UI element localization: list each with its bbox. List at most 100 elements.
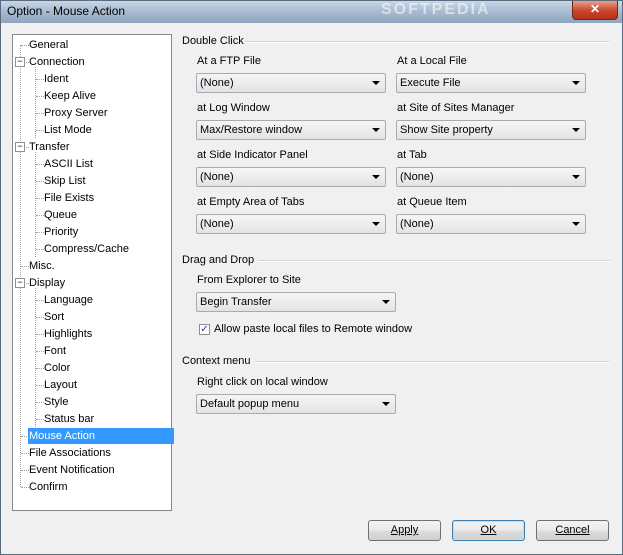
- double-click-field-label: at Log Window: [197, 102, 270, 114]
- tree-item-label: Highlights: [44, 328, 93, 340]
- double-click-field-select[interactable]: (None): [396, 214, 586, 234]
- selected-value: (None): [200, 77, 234, 89]
- section-divider: [258, 260, 610, 262]
- tree-item[interactable]: ASCII List: [43, 156, 96, 172]
- double-click-field-select[interactable]: (None): [196, 73, 386, 93]
- tree-item[interactable]: Mouse Action: [28, 428, 174, 444]
- options-tree[interactable]: − − − General Connection Ident Keep Alive Prox…: [12, 34, 174, 511]
- explorer-to-site-select[interactable]: Begin Transfer: [196, 292, 396, 312]
- tree-branch-line: [35, 152, 36, 257]
- allow-paste-label: Allow paste local files to Remote window: [214, 323, 413, 335]
- tree-item-label: Sort: [44, 311, 65, 323]
- tree-item[interactable]: Sort: [43, 309, 67, 325]
- double-click-field-select[interactable]: Show Site property: [396, 120, 586, 140]
- chevron-down-icon: [572, 222, 580, 226]
- tree-item[interactable]: Color: [43, 360, 73, 376]
- close-button[interactable]: ✕: [572, 1, 618, 20]
- section-divider: [245, 41, 610, 43]
- collapse-icon[interactable]: −: [15, 57, 25, 67]
- tree-item-label: Status bar: [44, 413, 95, 425]
- double-click-field-select[interactable]: Execute File: [396, 73, 586, 93]
- tree-item[interactable]: Compress/Cache: [43, 241, 132, 257]
- tree-item[interactable]: Style: [43, 394, 71, 410]
- tree-item[interactable]: Misc.: [28, 258, 58, 274]
- tree-item[interactable]: Status bar: [43, 411, 97, 427]
- tree-item-label: Keep Alive: [44, 90, 96, 102]
- title-bar[interactable]: Option - Mouse Action SOFTPEDIA ✕: [1, 1, 622, 23]
- double-click-field-label: At a FTP File: [197, 55, 261, 67]
- chevron-down-icon: [572, 128, 580, 132]
- collapse-icon[interactable]: −: [15, 142, 25, 152]
- tree-item[interactable]: Event Notification: [28, 462, 118, 478]
- tree-item[interactable]: Keep Alive: [43, 88, 99, 104]
- ok-button-label: OK: [480, 524, 497, 536]
- double-click-field-label: At a Local File: [397, 55, 467, 67]
- tree-item-label: Misc.: [29, 260, 55, 272]
- tree-item-label: File Exists: [44, 192, 95, 204]
- tree-item[interactable]: File Associations: [28, 445, 114, 461]
- tree-item-label: List Mode: [44, 124, 92, 136]
- apply-button[interactable]: Apply: [368, 520, 441, 541]
- tree-item-label: General: [29, 39, 69, 51]
- tree-item[interactable]: Confirm: [28, 479, 71, 495]
- tree-item-label: Language: [44, 294, 93, 306]
- tree-item-label: Transfer: [29, 141, 70, 153]
- chevron-down-icon: [372, 222, 380, 226]
- tree-item[interactable]: Ident: [43, 71, 71, 87]
- tree-item[interactable]: Skip List: [43, 173, 89, 189]
- tree-item-label: Confirm: [29, 481, 68, 493]
- tree-item-label: Font: [44, 345, 67, 357]
- tree-item-label: Mouse Action: [29, 430, 96, 442]
- double-click-field-select[interactable]: (None): [396, 167, 586, 187]
- double-click-field-label: at Empty Area of Tabs: [197, 196, 305, 208]
- tree-item[interactable]: General: [28, 37, 71, 53]
- chevron-down-icon: [372, 81, 380, 85]
- tree-item[interactable]: Layout: [43, 377, 80, 393]
- double-click-field-select[interactable]: (None): [196, 167, 386, 187]
- tree-item[interactable]: Connection: [28, 54, 88, 70]
- section-divider: [255, 361, 610, 363]
- tree-item[interactable]: List Mode: [43, 122, 95, 138]
- right-click-local-select[interactable]: Default popup menu: [196, 394, 396, 414]
- drag-drop-heading: Drag and Drop: [182, 254, 255, 266]
- cancel-button[interactable]: Cancel: [536, 520, 609, 541]
- tree-item-label: Proxy Server: [44, 107, 108, 119]
- tree-item[interactable]: Font: [43, 343, 69, 359]
- tree-item-label: Ident: [44, 73, 69, 85]
- tree-branch-line: [35, 288, 36, 427]
- collapse-icon[interactable]: −: [15, 278, 25, 288]
- double-click-field-label: at Site of Sites Manager: [397, 102, 515, 114]
- tree-item[interactable]: Language: [43, 292, 96, 308]
- tree-item-label: Color: [44, 362, 71, 374]
- tree-item[interactable]: Transfer: [28, 139, 73, 155]
- explorer-to-site-label: From Explorer to Site: [197, 274, 301, 286]
- tree-item-label: Event Notification: [29, 464, 115, 476]
- double-click-field-select[interactable]: Max/Restore window: [196, 120, 386, 140]
- cancel-button-label: Cancel: [555, 524, 590, 536]
- selected-value: (None): [400, 171, 434, 183]
- context-menu-heading: Context menu: [182, 355, 251, 367]
- options-window: Option - Mouse Action SOFTPEDIA ✕ − − − Ge…: [0, 0, 623, 555]
- double-click-field-label: at Side Indicator Panel: [197, 149, 308, 161]
- tree-item-label: ASCII List: [44, 158, 93, 170]
- allow-paste-checkbox[interactable]: ✓: [199, 324, 210, 335]
- tree-item[interactable]: Priority: [43, 224, 81, 240]
- close-icon: ✕: [589, 2, 601, 16]
- tree-item[interactable]: Queue: [43, 207, 80, 223]
- apply-button-label: Apply: [390, 524, 419, 536]
- chevron-down-icon: [372, 128, 380, 132]
- tree-item[interactable]: File Exists: [43, 190, 97, 206]
- tree-item-label: Skip List: [44, 175, 86, 187]
- selected-value: (None): [200, 218, 234, 230]
- window-title: Option - Mouse Action: [7, 4, 126, 18]
- tree-item[interactable]: Highlights: [43, 326, 95, 342]
- right-click-local-label: Right click on local window: [197, 376, 328, 388]
- selected-value: (None): [400, 218, 434, 230]
- double-click-field-select[interactable]: (None): [196, 214, 386, 234]
- double-click-heading: Double Click: [182, 35, 244, 47]
- tree-item-label: Queue: [44, 209, 78, 221]
- chevron-down-icon: [382, 300, 390, 304]
- tree-item[interactable]: Proxy Server: [43, 105, 111, 121]
- ok-button[interactable]: OK: [452, 520, 525, 541]
- tree-item[interactable]: Display: [28, 275, 68, 291]
